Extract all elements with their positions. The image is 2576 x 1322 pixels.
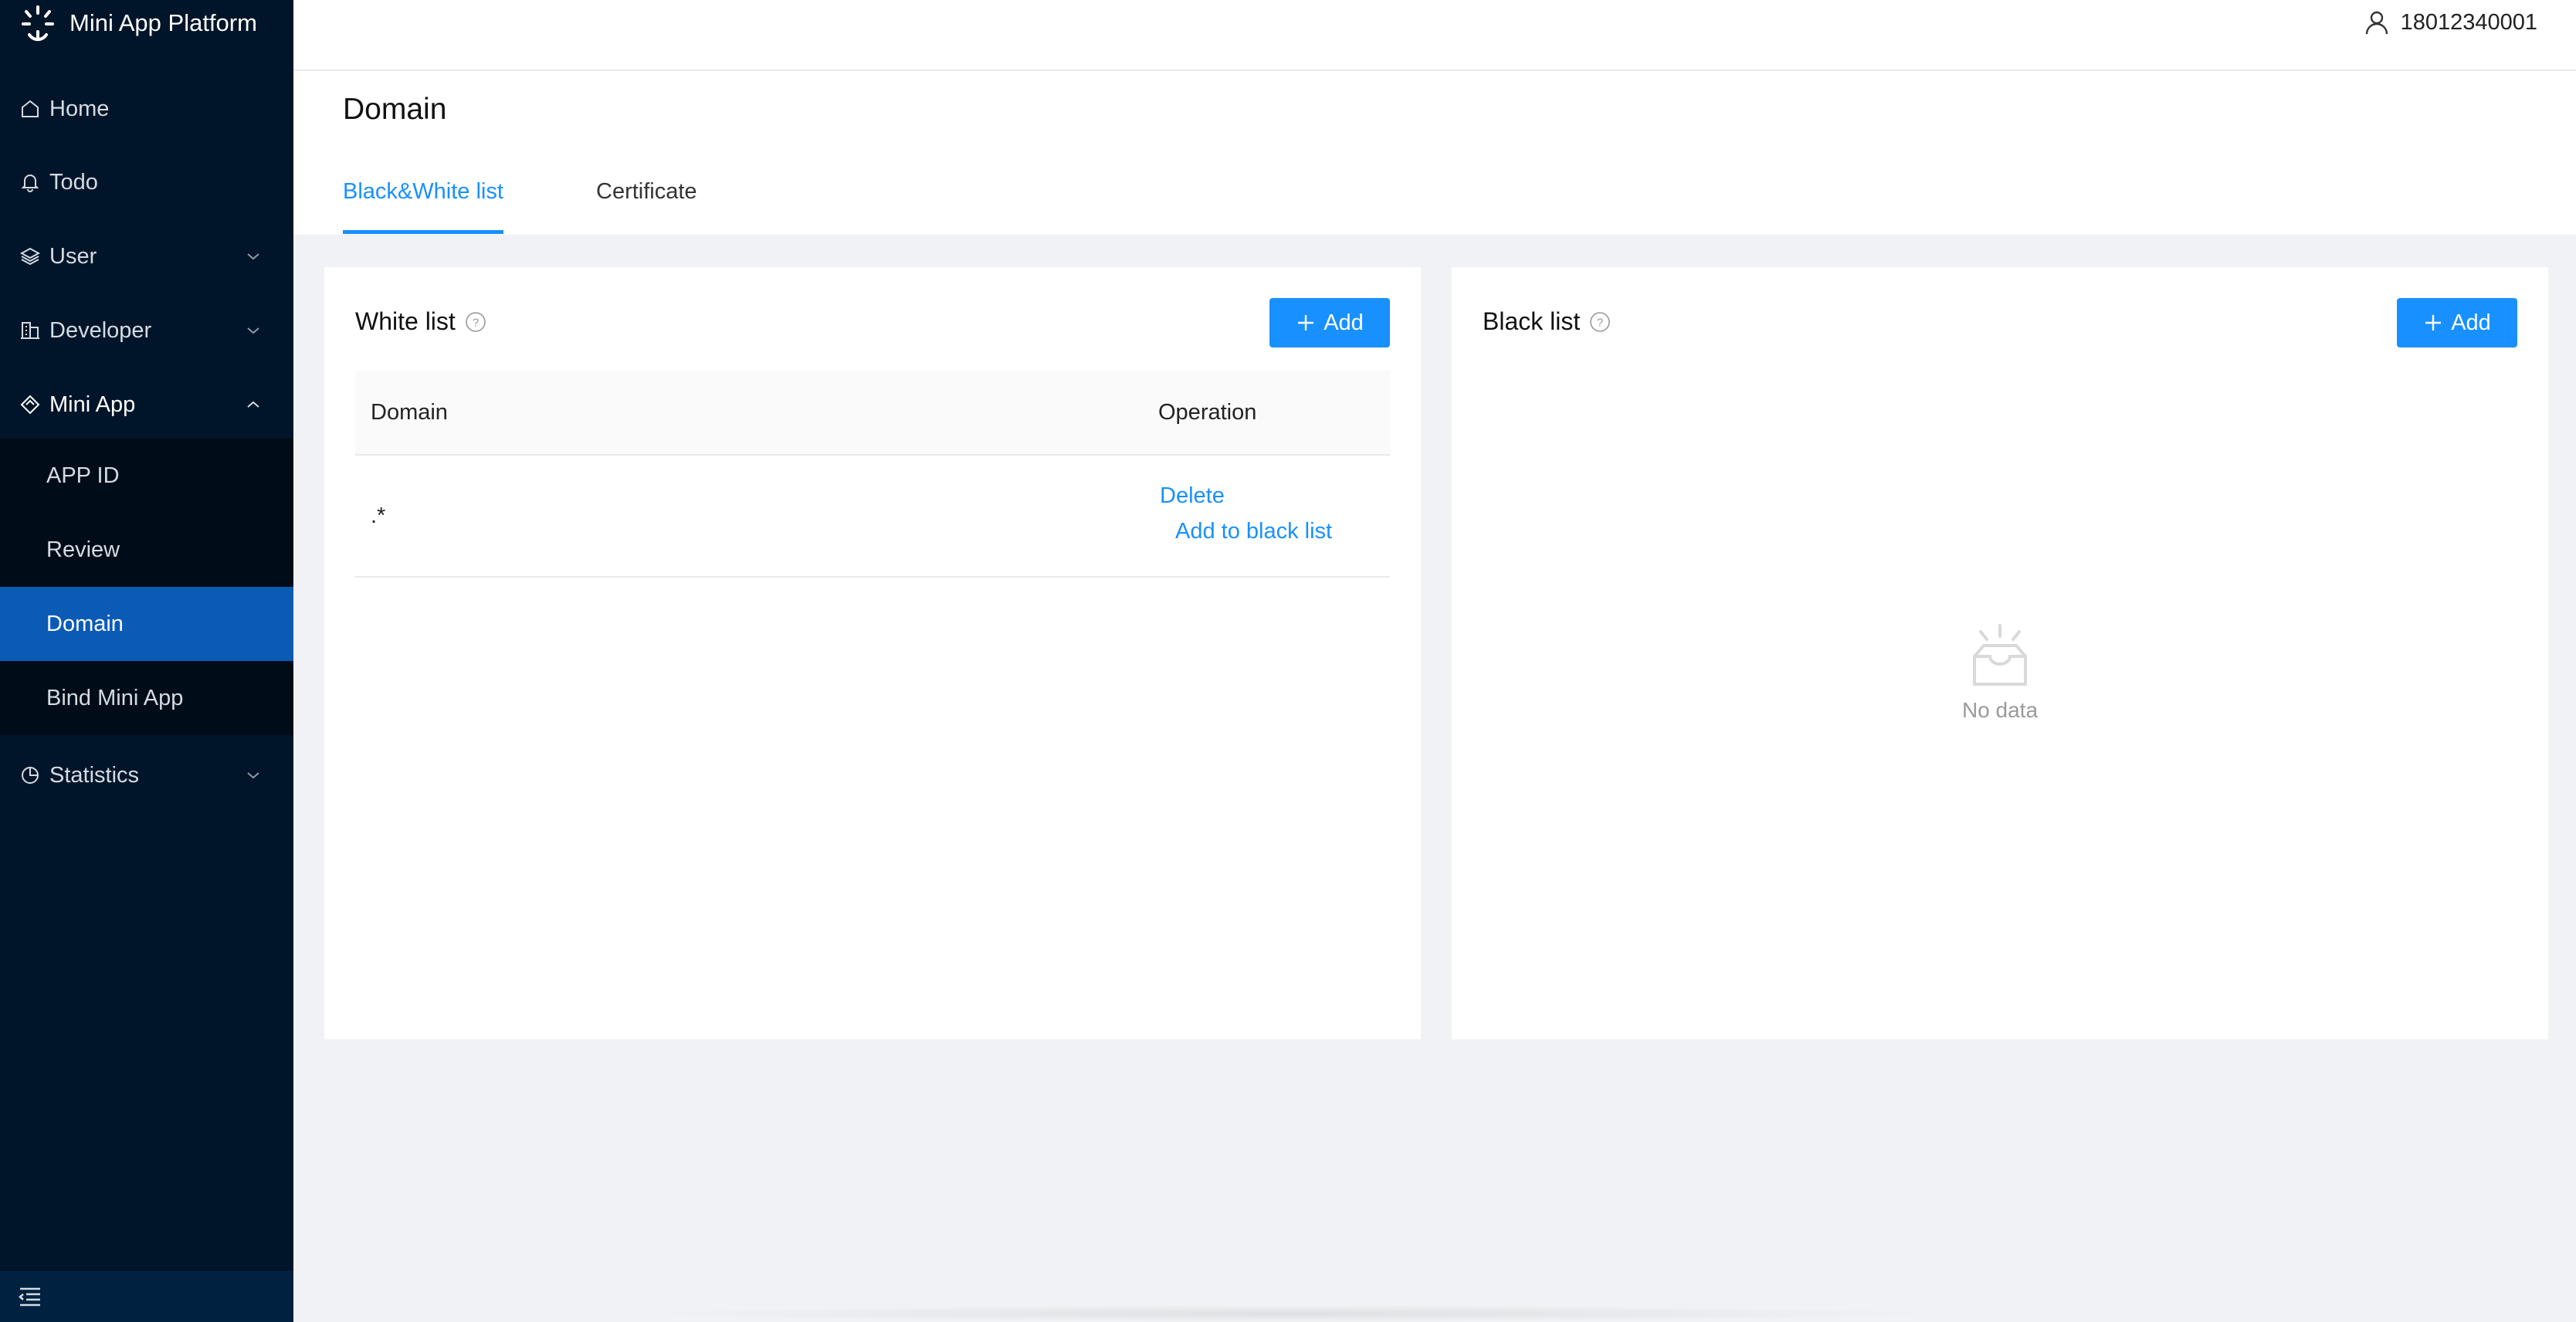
collapse-sidebar-button[interactable] xyxy=(0,1271,293,1322)
bell-icon xyxy=(17,169,43,195)
sidebar-item-label: Home xyxy=(49,96,110,121)
page-header: Domain Black&White list Certificate xyxy=(293,71,2576,235)
diamond-icon xyxy=(17,392,43,418)
bottom-shadow xyxy=(633,1305,1946,1322)
white-list-table: Domain Operation .* Delete Add to black … xyxy=(355,371,1390,578)
sidebar-item-user[interactable]: User xyxy=(0,219,293,293)
svg-text:?: ? xyxy=(1597,316,1603,329)
help-icon[interactable]: ? xyxy=(1589,311,1611,333)
black-list-title: Black list xyxy=(1483,307,1581,335)
page-title: Domain xyxy=(343,93,447,126)
user-icon xyxy=(2365,11,2388,35)
plus-icon xyxy=(2425,315,2442,330)
black-list-add-button[interactable]: Add xyxy=(2397,298,2517,347)
white-list-card: White list ? Add Domain Operation .* Del… xyxy=(324,267,1421,1039)
sidebar: Mini App Platform Home Todo User Develop… xyxy=(0,0,293,1322)
top-header: 18012340001 xyxy=(293,0,2576,69)
chevron-down-icon xyxy=(247,327,259,334)
home-icon xyxy=(17,96,43,122)
sidebar-item-label: Statistics xyxy=(49,762,140,788)
column-header-domain: Domain xyxy=(371,400,448,425)
building-icon xyxy=(17,317,43,344)
sidebar-item-review[interactable]: Review xyxy=(0,513,293,587)
sidebar-item-domain[interactable]: Domain xyxy=(0,587,293,661)
sidebar-item-home[interactable]: Home xyxy=(0,72,293,146)
sidebar-item-developer[interactable]: Developer xyxy=(0,293,293,368)
logo[interactable]: Mini App Platform xyxy=(19,0,257,46)
white-list-add-button[interactable]: Add xyxy=(1269,298,1390,347)
add-button-label: Add xyxy=(1324,310,1364,335)
logo-icon xyxy=(22,5,54,41)
sidebar-item-app-id[interactable]: APP ID xyxy=(0,439,293,513)
white-list-title: White list xyxy=(355,307,456,335)
add-to-black-list-link[interactable]: Add to black list xyxy=(1175,519,1332,544)
help-icon[interactable]: ? xyxy=(465,311,486,333)
pie-chart-icon xyxy=(17,762,43,788)
sidebar-item-mini-app[interactable]: Mini App xyxy=(0,368,293,442)
user-name: 18012340001 xyxy=(2400,9,2537,35)
sidebar-item-bind-mini-app[interactable]: Bind Mini App xyxy=(0,661,293,735)
column-header-operation: Operation xyxy=(1158,400,1257,425)
black-list-card: Black list ? Add No data xyxy=(1452,267,2548,1039)
table-row: .* Delete Add to black list xyxy=(355,456,1390,578)
empty-state: No data xyxy=(1452,622,2548,723)
user-menu[interactable]: 18012340001 xyxy=(2364,9,2537,36)
sidebar-item-statistics[interactable]: Statistics xyxy=(0,738,293,812)
white-list-title-row: White list ? xyxy=(355,307,486,336)
chevron-up-icon xyxy=(247,401,259,408)
empty-text: No data xyxy=(1961,698,2039,722)
svg-text:?: ? xyxy=(473,316,479,329)
menu-fold-icon xyxy=(19,1287,40,1307)
active-tab-indicator xyxy=(343,230,503,234)
sidebar-item-todo[interactable]: Todo xyxy=(0,145,293,219)
plus-icon xyxy=(1298,315,1314,330)
app-title: Mini App Platform xyxy=(69,9,257,36)
tab-certificate[interactable]: Certificate xyxy=(596,179,697,205)
sidebar-item-label: User xyxy=(49,243,97,269)
layers-icon xyxy=(17,243,43,269)
delete-link[interactable]: Delete xyxy=(1160,483,1225,509)
chevron-down-icon xyxy=(247,772,259,779)
sidebar-item-label: Developer xyxy=(49,317,152,343)
table-header: Domain Operation xyxy=(355,371,1390,456)
add-button-label: Add xyxy=(2451,310,2491,335)
mini-app-submenu: APP ID Review Domain Bind Mini App xyxy=(0,439,293,735)
domain-cell: .* xyxy=(371,503,386,528)
sidebar-item-label: Todo xyxy=(49,169,98,195)
tab-black-white-list[interactable]: Black&White list xyxy=(343,179,503,205)
sidebar-item-label: Mini App xyxy=(49,392,136,417)
chevron-down-icon xyxy=(247,253,259,260)
black-list-title-row: Black list ? xyxy=(1483,307,1611,336)
empty-inbox-icon xyxy=(1973,624,2027,686)
